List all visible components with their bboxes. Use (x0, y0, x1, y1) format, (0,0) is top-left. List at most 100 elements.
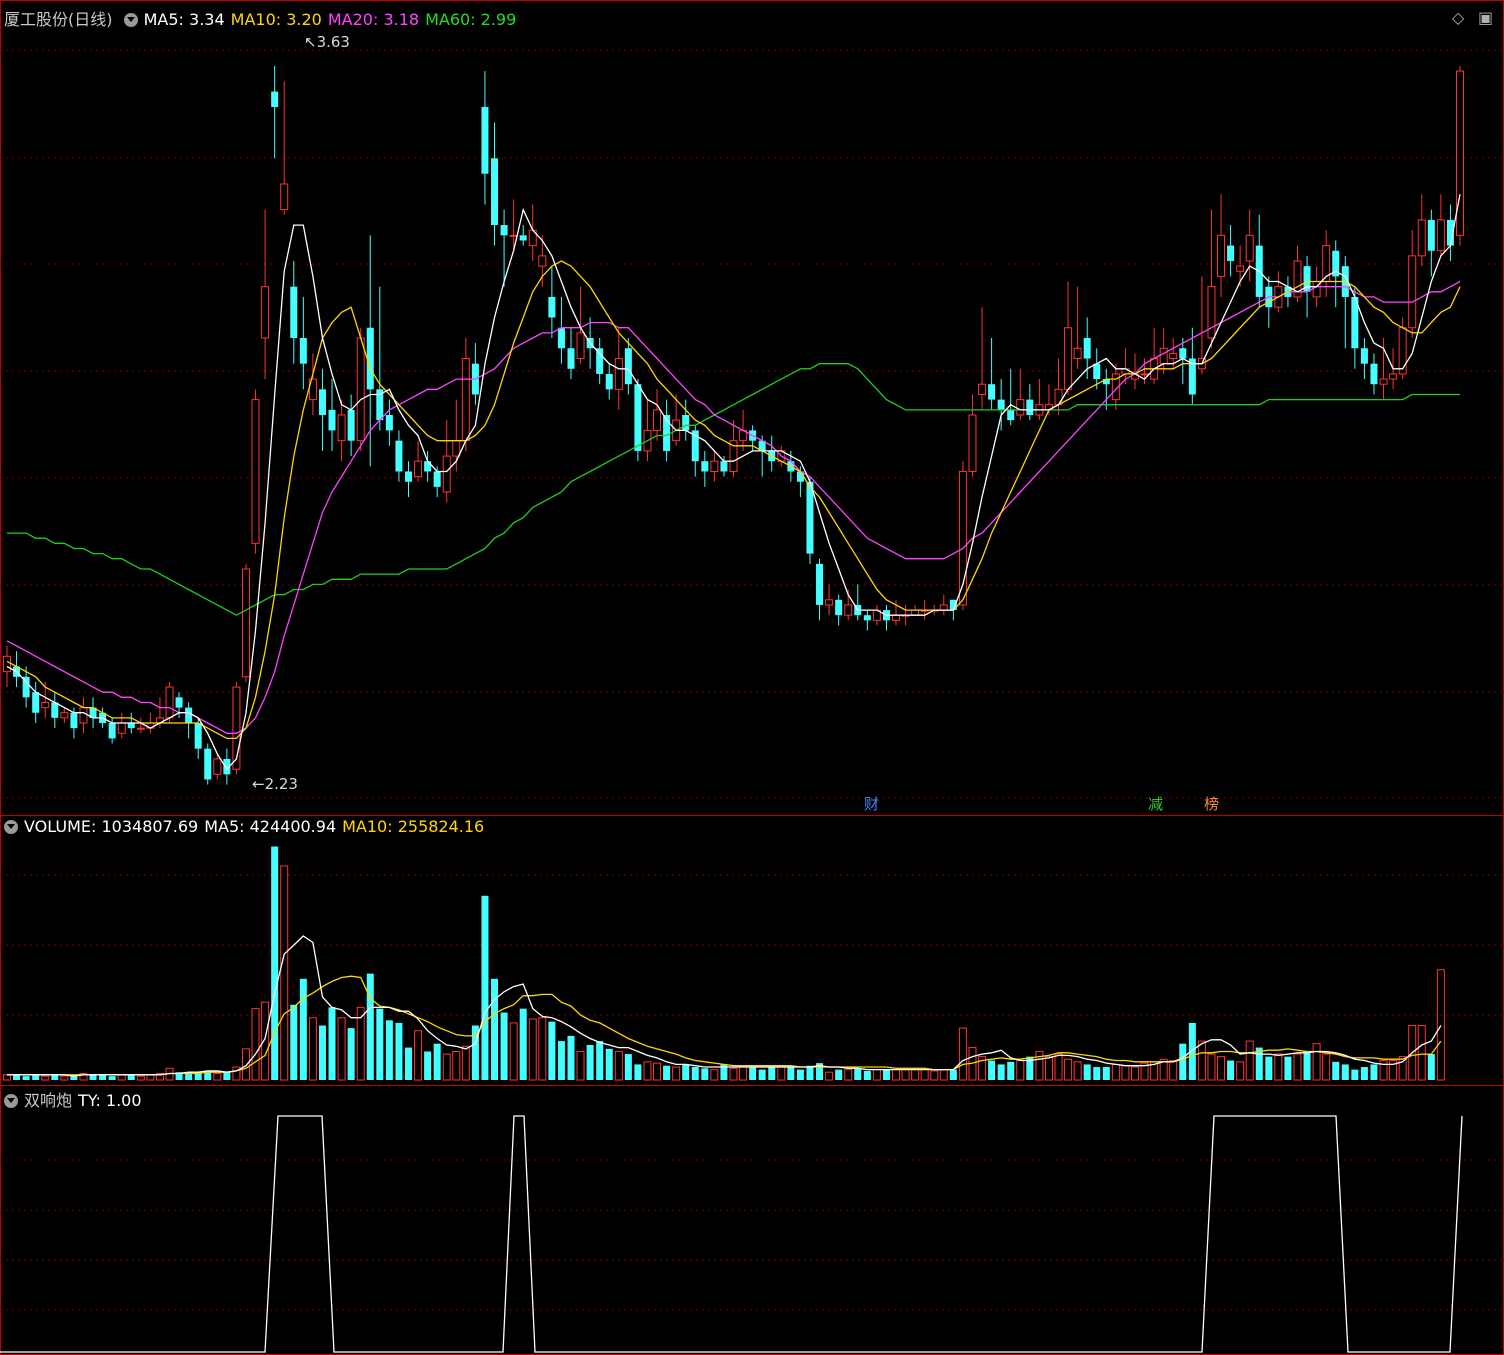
candle-body (1360, 348, 1368, 364)
candle-body (175, 697, 183, 708)
volume-bar (51, 1074, 59, 1080)
volume-bar (241, 1048, 250, 1081)
chevron-down-icon[interactable] (123, 13, 138, 27)
volume-ma10-line (7, 975, 1442, 1076)
volume-bar (1274, 1053, 1283, 1081)
volume-bar (481, 895, 489, 1080)
candle-body (1227, 245, 1235, 261)
candle-body (165, 686, 174, 719)
chevron-down-icon[interactable] (4, 820, 18, 834)
candle-body (127, 723, 135, 729)
diamond-icon[interactable]: ◇ (1452, 8, 1464, 27)
volume-bar (108, 1076, 116, 1080)
candle-body (844, 604, 853, 616)
candle-body (337, 414, 346, 442)
volume-bar (691, 1067, 699, 1080)
volume-bar (299, 978, 307, 1080)
volume-bar (1303, 1051, 1311, 1080)
window-icon[interactable]: ▣ (1478, 8, 1493, 27)
volume-bar (442, 1053, 451, 1081)
candle-body (1093, 363, 1101, 380)
volume-ma5-line (7, 935, 1442, 1077)
volume-bar (1332, 1061, 1340, 1080)
volume-bar (911, 1069, 920, 1081)
candle-body (939, 604, 948, 611)
candle-body (988, 384, 996, 400)
candle-body (978, 383, 987, 395)
legend-vol-ma5: MA5: 424400.94 (204, 817, 337, 836)
candle-body (548, 296, 556, 318)
volume-bar (1312, 1043, 1321, 1081)
volume-bar (136, 1075, 145, 1081)
candle-body (385, 415, 393, 431)
candle-body (624, 348, 632, 385)
candle-body (1245, 234, 1254, 262)
indicator-legend: 双响炮 TY: 1.00 (4, 1087, 148, 1111)
legend-ma10: MA10: 3.20 (230, 10, 322, 29)
volume-bar (653, 1062, 662, 1081)
candle-body (911, 609, 920, 616)
candle-body (366, 327, 374, 390)
volume-bar (3, 1074, 11, 1081)
volume-bar (749, 1067, 757, 1080)
volume-bar (404, 1047, 412, 1080)
low-price-label: ←2.23 (252, 775, 298, 793)
volume-bar (424, 1051, 432, 1080)
candle-body (1140, 373, 1149, 376)
event-tag-list[interactable]: 榜 (1204, 793, 1219, 814)
candle-body (1179, 348, 1187, 359)
volume-bar (672, 1066, 681, 1081)
volume-bar (1245, 1040, 1254, 1081)
volume-bar (557, 1041, 565, 1080)
candle-body (117, 722, 126, 734)
candle-body (60, 712, 69, 719)
volume-bar (1121, 1065, 1130, 1081)
event-tag-reduce[interactable]: 减 (1148, 793, 1163, 814)
volume-bar (1073, 1061, 1082, 1081)
volume-bar (1227, 1060, 1235, 1080)
volume-bar (491, 978, 499, 1080)
candle-body (461, 358, 470, 442)
volume-bar (872, 1069, 881, 1081)
chart-border (0, 0, 1504, 1355)
candle-body (968, 414, 977, 472)
volume-bar (146, 1074, 155, 1081)
volume-bar (461, 1045, 470, 1081)
candle-body (32, 692, 40, 713)
event-tag-finance[interactable]: 财 (864, 793, 879, 814)
candle-body (404, 471, 412, 482)
candle-body (1073, 347, 1082, 360)
candle-body (424, 461, 432, 472)
candle-body (997, 399, 1005, 410)
volume-bar (89, 1074, 97, 1080)
legend-ma60: MA60: 2.99 (425, 10, 517, 29)
candle-body (481, 107, 489, 174)
volume-bar (1351, 1069, 1359, 1080)
chevron-down-icon[interactable] (4, 1094, 18, 1108)
candle-body (241, 568, 250, 678)
high-price-label: ↖3.63 (304, 33, 350, 51)
candle-body (1379, 378, 1388, 385)
volume-bar (385, 1020, 393, 1080)
volume-bar (1007, 1061, 1015, 1080)
candle-body (614, 358, 623, 390)
volume-bar (844, 1069, 853, 1081)
volume-bar (614, 1050, 623, 1081)
candle-body (1408, 255, 1417, 329)
volume-bar (567, 1035, 575, 1080)
candle-body (701, 461, 709, 472)
volume-bar (1236, 1061, 1245, 1081)
volume-bar (271, 846, 279, 1080)
volume-bar (337, 1017, 346, 1081)
volume-bar (60, 1075, 69, 1081)
candle-body (433, 471, 441, 487)
stock-name[interactable]: 厦工股份 (4, 10, 68, 29)
candle-body (356, 337, 365, 442)
candle-body (213, 758, 222, 775)
candle-body (136, 727, 145, 730)
candle-body (682, 415, 690, 431)
volume-bar (796, 1069, 804, 1080)
candle-body (1207, 286, 1216, 339)
kline-chart[interactable] (0, 0, 1504, 1355)
candle-body (108, 723, 116, 739)
